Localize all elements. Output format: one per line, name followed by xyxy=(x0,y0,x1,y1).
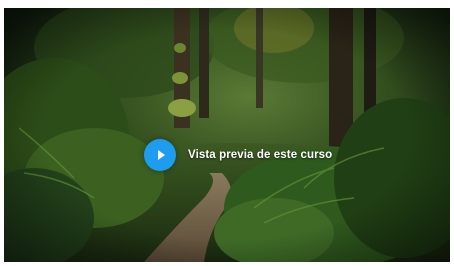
preview-label: Vista previa de este curso xyxy=(188,149,333,161)
preview-course-button[interactable]: Vista previa de este curso xyxy=(144,139,332,171)
play-button[interactable] xyxy=(144,139,176,171)
forest-path-thumbnail xyxy=(4,8,450,262)
play-icon xyxy=(157,150,165,160)
video-player[interactable]: Vista previa de este curso xyxy=(4,8,450,262)
